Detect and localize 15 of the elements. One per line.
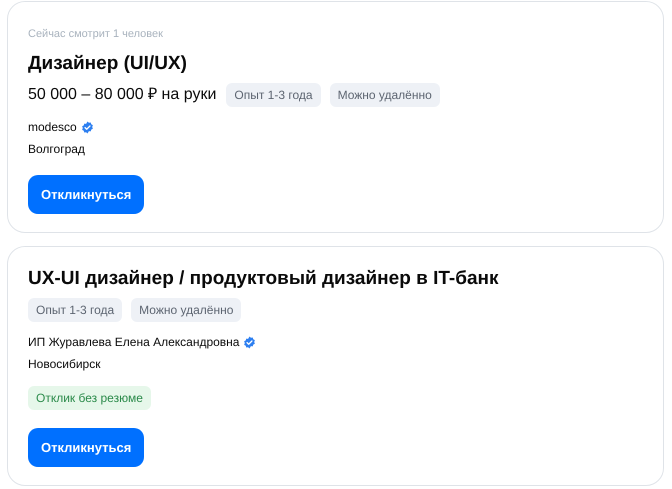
- viewers-count: Сейчас смотрит 1 человек: [28, 27, 164, 41]
- tag: Можно удалённо: [330, 83, 440, 107]
- company-name[interactable]: modesco: [28, 119, 77, 135]
- tag: Можно удалённо: [131, 298, 242, 322]
- tag: Опыт 1-3 года: [28, 298, 122, 322]
- respond-button[interactable]: Откликнуться: [28, 175, 144, 214]
- salary: 50 000 – 80 000 ₽ на руки: [28, 85, 216, 105]
- tag: Опыт 1-3 года: [226, 83, 321, 107]
- company-name[interactable]: ИП Журавлева Елена Александровна: [28, 334, 240, 350]
- vacancy-title[interactable]: Дизайнер (UI/UX): [28, 52, 643, 76]
- respond-button[interactable]: Откликнуться: [28, 428, 144, 467]
- tag: Отклик без резюме: [28, 386, 151, 410]
- vacancy-title[interactable]: UX-UI дизайнер / продуктовый дизайнер в IT-банк: [28, 267, 643, 291]
- city: Новосибирск: [28, 356, 102, 372]
- city: Волгоград: [28, 141, 86, 157]
